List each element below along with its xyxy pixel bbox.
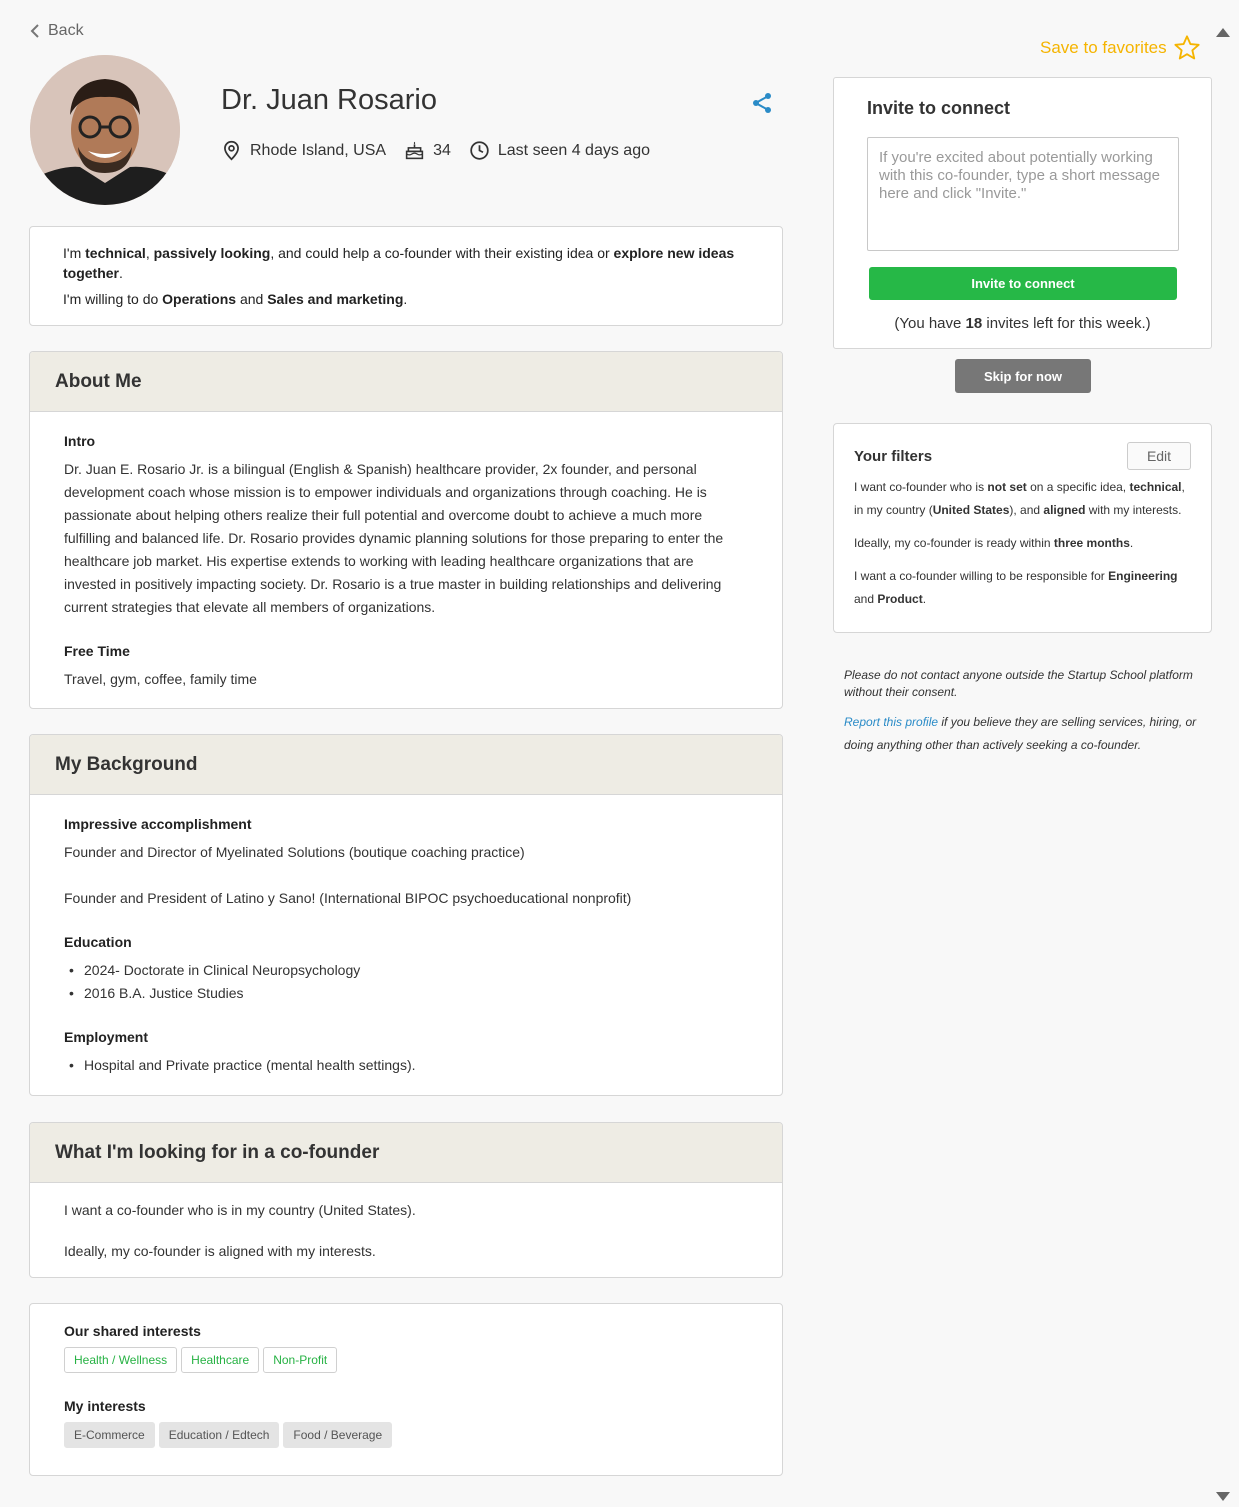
interest-tag: Food / Beverage — [283, 1422, 393, 1448]
list-item: 2016 B.A. Justice Studies — [64, 982, 748, 1005]
location-pin-icon — [224, 140, 239, 161]
summary-card: I'm technical, passively looking, and co… — [29, 226, 783, 326]
accomplishment-1: Founder and Director of Myelinated Solut… — [64, 844, 525, 860]
back-label: Back — [48, 22, 84, 39]
report-profile-link[interactable]: Report this profile — [844, 715, 938, 729]
profile-meta: Rhode Island, USA 34 Last seen 4 days ag… — [221, 140, 668, 161]
accomplishment-label: Impressive accomplishment — [64, 816, 252, 832]
last-seen-text: Last seen 4 days ago — [497, 141, 650, 159]
interest-tag: Non-Profit — [263, 1347, 338, 1373]
cake-icon — [405, 141, 424, 160]
clock-icon — [470, 141, 489, 160]
interest-tag: Healthcare — [181, 1347, 260, 1373]
filter-text-1: I want co-founder who is not set on a sp… — [854, 480, 1185, 517]
shared-interests-tags: Health / Wellness Healthcare Non-Profit — [64, 1347, 748, 1373]
filters-title: Your filters — [854, 447, 933, 465]
background-card: My Background Impressive accomplishment … — [29, 734, 783, 1096]
filter-text-3: I want a co-founder willing to be respon… — [854, 569, 1178, 606]
intro-label: Intro — [64, 433, 96, 449]
age-text: 34 — [433, 141, 451, 159]
invite-card: Invite to connect Invite to connect (You… — [833, 77, 1212, 349]
chevron-left-icon — [30, 24, 39, 38]
looking-line-2: Ideally, my co-founder is aligned with m… — [64, 1243, 376, 1259]
save-to-favorites-button[interactable]: Save to favorites — [1040, 34, 1201, 62]
age: 34 — [404, 140, 451, 161]
edit-filters-button[interactable]: Edit — [1127, 442, 1191, 470]
list-item: Hospital and Private practice (mental he… — [64, 1054, 748, 1077]
employment-label: Employment — [64, 1029, 149, 1045]
last-seen: Last seen 4 days ago — [469, 140, 650, 161]
my-interests-tags: E-Commerce Education / Edtech Food / Bev… — [64, 1422, 748, 1448]
share-icon[interactable] — [750, 91, 774, 115]
my-interests-label: My interests — [64, 1398, 146, 1414]
invite-to-connect-button[interactable]: Invite to connect — [869, 267, 1177, 300]
favorites-label: Save to favorites — [1040, 38, 1167, 57]
back-link[interactable]: Back — [30, 22, 84, 40]
invite-message-input[interactable] — [867, 137, 1179, 251]
about-me-title: About Me — [30, 352, 782, 412]
about-me-card: About Me Intro Dr. Juan E. Rosario Jr. i… — [29, 351, 783, 709]
scroll-up-arrow[interactable] — [1216, 28, 1230, 37]
filter-text-2: Ideally, my co-founder is ready within t… — [854, 536, 1134, 550]
profile-name: Dr. Juan Rosario — [221, 84, 437, 116]
background-title: My Background — [30, 735, 782, 795]
interest-tag: Health / Wellness — [64, 1347, 178, 1373]
interest-tag: Education / Edtech — [158, 1422, 280, 1448]
looking-for-title: What I'm looking for in a co-founder — [30, 1123, 782, 1183]
scroll-down-arrow[interactable] — [1216, 1492, 1230, 1501]
summary-line-1: I'm technical, passively looking, and co… — [63, 245, 735, 281]
avatar — [30, 55, 180, 205]
list-item: 2024- Doctorate in Clinical Neuropsychol… — [64, 959, 748, 982]
filters-card: Your filters Edit I want co-founder who … — [833, 423, 1212, 633]
free-time-text: Travel, gym, coffee, family time — [64, 671, 257, 687]
education-list: 2024- Doctorate in Clinical Neuropsychol… — [64, 959, 748, 1005]
contact-notice: Please do not contact anyone outside the… — [844, 667, 1214, 771]
looking-line-1: I want a co-founder who is in my country… — [64, 1202, 416, 1218]
free-time-label: Free Time — [64, 643, 130, 659]
skip-for-now-button[interactable]: Skip for now — [955, 359, 1091, 393]
report-text: Report this profile if you believe they … — [844, 715, 1197, 752]
location: Rhode Island, USA — [221, 140, 386, 161]
looking-for-card: What I'm looking for in a co-founder I w… — [29, 1122, 783, 1278]
summary-line-2: I'm willing to do Operations and Sales a… — [63, 291, 408, 307]
interests-card: Our shared interests Health / Wellness H… — [29, 1303, 783, 1476]
location-text: Rhode Island, USA — [250, 141, 387, 159]
education-label: Education — [64, 934, 132, 950]
employment-list: Hospital and Private practice (mental he… — [64, 1054, 748, 1077]
invites-left-text: (You have 18 invites left for this week.… — [894, 315, 1151, 332]
star-icon — [1174, 35, 1200, 60]
shared-interests-label: Our shared interests — [64, 1323, 201, 1339]
invite-title: Invite to connect — [867, 98, 1011, 118]
accomplishment-2: Founder and President of Latino y Sano! … — [64, 890, 632, 906]
intro-text: Dr. Juan E. Rosario Jr. is a bilingual (… — [64, 461, 724, 615]
interest-tag: E-Commerce — [64, 1422, 155, 1448]
notice-text: Please do not contact anyone outside the… — [844, 668, 1193, 699]
